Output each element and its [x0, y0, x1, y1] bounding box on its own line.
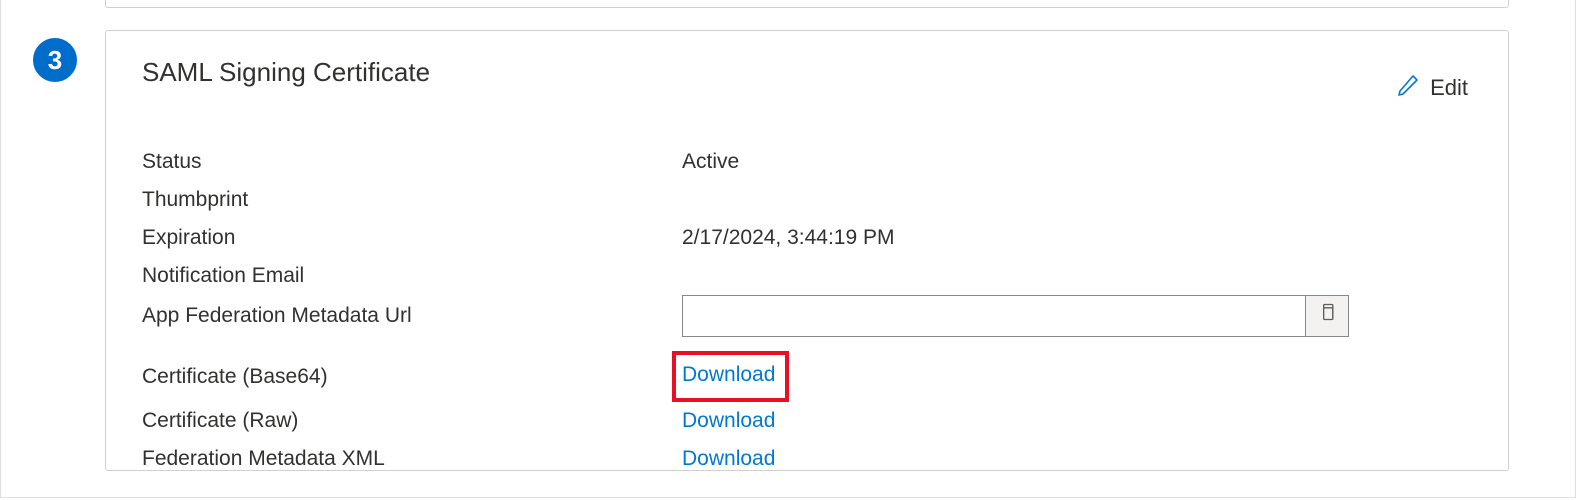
card-title: SAML Signing Certificate [142, 57, 430, 88]
cert-raw-label: Certificate (Raw) [142, 402, 682, 440]
thumbprint-label: Thumbprint [142, 181, 682, 219]
metadata-url-input[interactable] [682, 295, 1305, 337]
cert-raw-row: Certificate (Raw) Download [142, 402, 1472, 440]
card-header: SAML Signing Certificate Edit [142, 57, 1472, 103]
status-label: Status [142, 143, 682, 181]
cert-base64-download-link[interactable]: Download [682, 363, 775, 386]
cert-base64-label: Certificate (Base64) [142, 358, 682, 396]
pencil-icon [1396, 73, 1420, 103]
expiration-row: Expiration 2/17/2024, 3:44:19 PM [142, 219, 1472, 257]
cert-base64-row: Certificate (Base64) Download [142, 351, 1472, 402]
expiration-value: 2/17/2024, 3:44:19 PM [682, 219, 1472, 257]
config-panel-outline: 3 SAML Signing Certificate Edit Status A… [0, 0, 1576, 498]
notification-email-label: Notification Email [142, 257, 682, 295]
metadata-url-label: App Federation Metadata Url [142, 297, 682, 335]
saml-signing-certificate-card: SAML Signing Certificate Edit Status Act… [105, 30, 1509, 471]
status-value: Active [682, 143, 1472, 181]
copy-icon [1317, 297, 1337, 335]
step-badge: 3 [33, 38, 77, 82]
thumbprint-row: Thumbprint [142, 181, 1472, 219]
metadata-url-row: App Federation Metadata Url [142, 295, 1472, 337]
edit-button[interactable]: Edit [1396, 73, 1468, 103]
cert-raw-download-link[interactable]: Download [682, 409, 775, 432]
download-highlight-box: Download [672, 351, 789, 402]
expiration-label: Expiration [142, 219, 682, 257]
previous-card-bottom-edge [105, 0, 1509, 8]
edit-label: Edit [1430, 75, 1468, 101]
status-row: Status Active [142, 143, 1472, 181]
notification-email-row: Notification Email [142, 257, 1472, 295]
fed-xml-label: Federation Metadata XML [142, 440, 682, 478]
fed-xml-row: Federation Metadata XML Download [142, 440, 1472, 478]
step-number: 3 [48, 45, 62, 76]
metadata-url-group [682, 295, 1349, 337]
fed-xml-download-link[interactable]: Download [682, 447, 775, 470]
copy-button[interactable] [1305, 295, 1349, 337]
